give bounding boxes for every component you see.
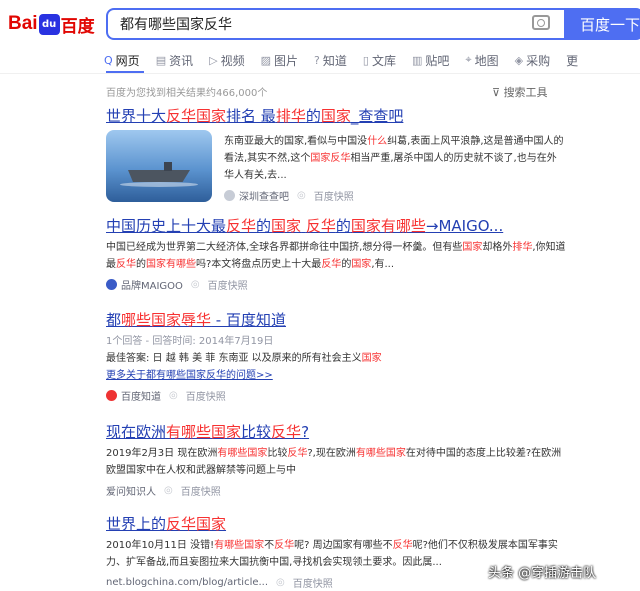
logo-text: Bai [8, 13, 38, 34]
tab-4[interactable]: ▨ 图片 [261, 50, 298, 70]
tab-label: 文库 [371, 53, 396, 68]
snapshot-icon: ◎ [190, 279, 200, 290]
result-abstract: 2019年2月3日 现在欧洲有哪些国家比较反华?,现在欧洲有哪些国家在对待中国的… [106, 448, 562, 476]
header: Bai du 百度 百度一下 [0, 0, 640, 46]
search-tools-label: 搜索工具 [503, 86, 548, 99]
result-abstract: 中国已经成为世界第二大经济体,全球各界都拼命往中国挤,想分得一杯羹。但有些国家却… [106, 242, 566, 270]
tab-icon: ▤ [155, 53, 167, 67]
result-thumbnail-image[interactable] [106, 130, 212, 202]
tab-label: 知道 [322, 53, 347, 68]
result-item: 现在欧洲有哪些国家比较反华? 2019年2月3日 现在欧洲有哪些国家比较反华?,… [106, 422, 566, 498]
baidu-logo[interactable]: Bai du 百度 [8, 11, 95, 37]
result-meta-line: 1个回答 - 回答时间: 2014年7月19日 [106, 336, 274, 347]
more-questions-link[interactable]: 更多关于都有哪些国家反华的问题>> [106, 367, 566, 384]
snapshot-link[interactable]: 百度快照 [208, 277, 248, 292]
tab-icon: ⌖ [465, 53, 472, 66]
filter-icon: ⊽ [492, 86, 504, 99]
logo-chinese: 百度 [60, 16, 95, 37]
tab-icon: ▷ [209, 53, 218, 67]
result-title-link[interactable]: 中国历史上十大最反华的国家 反华的国家有哪些→MAIGO... [106, 216, 566, 236]
result-source[interactable]: net.blogchina.com/blog/article... [106, 577, 268, 588]
tab-icon: ▥ [411, 53, 423, 67]
result-title-link[interactable]: 世界上的反华国家 [106, 514, 566, 534]
result-meta: 品牌MAIGOO ◎ 百度快照 [106, 277, 566, 292]
tab-2[interactable]: ▤ 资讯 [156, 50, 193, 70]
snapshot-link[interactable]: 百度快照 [293, 575, 333, 590]
snapshot-link[interactable]: 百度快照 [314, 188, 354, 203]
tab-icon: ◈ [514, 53, 524, 67]
tab-10[interactable]: 更 [566, 50, 578, 70]
tab-7[interactable]: ▥ 贴吧 [412, 50, 449, 70]
result-title-link[interactable]: 现在欧洲有哪些国家比较反华? [106, 422, 566, 442]
result-count: 百度为您找到相关结果约466,000个 [106, 88, 268, 99]
camera-icon[interactable] [532, 15, 550, 30]
best-answer: 最佳答案: 日 越 韩 美 菲 东南亚 以及原来的所有社会主义国家 [106, 353, 382, 364]
result-title-link[interactable]: 世界十大反华国家排名 最排华的国家_查查吧 [106, 106, 566, 126]
tab-icon: ▨ [260, 53, 271, 67]
result-source[interactable]: 深圳查查吧 [239, 188, 289, 203]
tab-icon: ? [314, 53, 320, 67]
result-source[interactable]: 爱问知识人 [106, 483, 156, 498]
tab-1[interactable]: Q 网页 [104, 50, 140, 70]
result-item: 世界十大反华国家排名 最排华的国家_查查吧 东南亚最大的国家,看似与中国没什么纠… [106, 106, 566, 203]
result-item: 中国历史上十大最反华的国家 反华的国家有哪些→MAIGO... 中国已经成为世界… [106, 216, 566, 292]
snapshot-icon: ◎ [169, 390, 178, 401]
result-abstract: 东南亚最大的国家,看似与中国没什么纠葛,表面上风平浪静,这是普通中国人的看法,其… [224, 136, 564, 181]
snapshot-link[interactable]: 百度快照 [186, 388, 226, 403]
snapshot-icon: ◎ [276, 577, 285, 588]
tab-icon: ▯ [362, 53, 369, 67]
search-tools-button[interactable]: ⊽ 搜索工具 [492, 84, 548, 100]
tab-label: 网页 [115, 53, 140, 68]
tab-9[interactable]: ◈ 采购 [515, 50, 550, 70]
result-source[interactable]: 百度知道 [121, 388, 161, 403]
tab-icon: Q [104, 53, 113, 67]
search-button[interactable]: 百度一下 [564, 8, 640, 40]
tab-label: 视频 [220, 53, 245, 68]
tab-label: 地图 [474, 53, 499, 68]
tab-5[interactable]: ? 知道 [314, 50, 347, 70]
divider [0, 73, 640, 74]
tab-label: 贴吧 [425, 53, 450, 68]
watermark: 头条 @穿插游击队 [488, 566, 597, 581]
tab-label: 更 [566, 53, 579, 68]
search-input[interactable] [108, 10, 508, 38]
snapshot-icon: ◎ [164, 485, 173, 496]
search-tabs: Q 网页 ▤ 资讯 ▷ 视频 ▨ 图片? 知道 ▯ 文库 ▥ 贴吧 ⌖ 地图 ◈ 采购更 [104, 50, 594, 70]
source-icon [106, 279, 117, 290]
source-icon [106, 390, 117, 401]
tab-label: 图片 [274, 53, 299, 68]
tab-6[interactable]: ▯ 文库 [363, 50, 396, 70]
source-icon [224, 190, 235, 201]
result-title-link[interactable]: 都哪些国家辱华 - 百度知道 [106, 310, 566, 330]
paw-icon: du [38, 13, 60, 35]
result-meta: 深圳查查吧 ◎ 百度快照 [224, 188, 564, 203]
result-meta: 百度知道 ◎ 百度快照 [106, 388, 566, 403]
tab-3[interactable]: ▷ 视频 [209, 50, 244, 70]
snapshot-link[interactable]: 百度快照 [181, 483, 221, 498]
tab-8[interactable]: ⌖ 地图 [465, 50, 498, 70]
search-box [106, 8, 564, 40]
tab-label: 采购 [526, 53, 551, 68]
snapshot-icon: ◎ [297, 190, 306, 201]
tab-label: 资讯 [169, 53, 194, 68]
result-item: 都哪些国家辱华 - 百度知道 1个回答 - 回答时间: 2014年7月19日 最… [106, 310, 566, 403]
result-source[interactable]: 品牌MAIGOO [121, 277, 183, 292]
result-meta: 爱问知识人 ◎ 百度快照 [106, 483, 566, 498]
